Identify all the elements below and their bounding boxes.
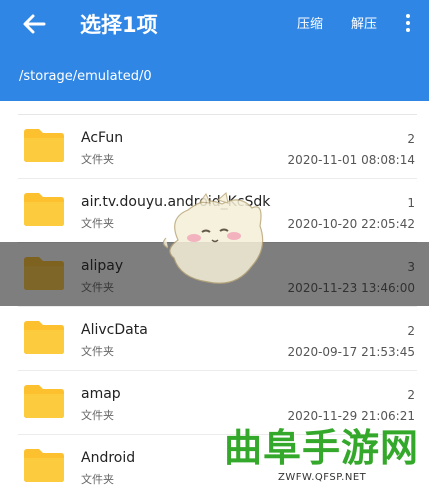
extract-button[interactable]: 解压 xyxy=(351,16,377,34)
modified-date: 2020-11-01 08:08:14 xyxy=(287,153,415,167)
folder-icon xyxy=(24,321,64,354)
list-item[interactable]: amap 文件夹 2 2020-11-29 21:06:21 xyxy=(0,371,429,435)
item-count: 3 xyxy=(407,260,415,274)
folder-icon xyxy=(24,129,64,162)
file-type: 文件夹 xyxy=(81,409,114,422)
file-name: alipay xyxy=(81,258,124,274)
list-item[interactable]: AcFun 文件夹 2 2020-11-01 08:08:14 xyxy=(0,115,429,179)
file-name: air.tv.douyu.android_KcSdk xyxy=(81,194,271,210)
item-count: 1 xyxy=(407,196,415,210)
folder-icon xyxy=(24,193,64,226)
item-count: 2 xyxy=(407,388,415,402)
list-item[interactable]: Android 文件夹 xyxy=(0,435,429,486)
item-count: 2 xyxy=(407,324,415,338)
file-type: 文件夹 xyxy=(81,217,114,230)
file-type: 文件夹 xyxy=(81,153,114,166)
modified-date: 2020-11-23 13:46:00 xyxy=(287,281,415,295)
file-name: Android xyxy=(81,450,136,466)
page-title: 选择1项 xyxy=(80,13,158,37)
file-type: 文件夹 xyxy=(81,473,114,486)
file-type: 文件夹 xyxy=(81,345,114,358)
file-name: AcFun xyxy=(81,130,124,146)
file-name: amap xyxy=(81,386,121,402)
modified-date: 2020-10-20 22:05:42 xyxy=(287,217,415,231)
item-count: 2 xyxy=(407,132,415,146)
more-options-icon[interactable] xyxy=(401,12,415,36)
list-item[interactable]: alipay 文件夹 3 2020-11-23 13:46:00 xyxy=(0,243,429,307)
folder-icon xyxy=(24,257,64,290)
current-path[interactable]: /storage/emulated/0 xyxy=(19,69,152,85)
file-name: AlivcData xyxy=(81,322,148,338)
list-item[interactable]: air.tv.douyu.android_KcSdk 文件夹 1 2020-10… xyxy=(0,179,429,243)
app-bar: 选择1项 压缩 解压 /storage/emulated/0 xyxy=(0,0,429,101)
folder-icon xyxy=(24,449,64,482)
back-arrow-icon[interactable] xyxy=(18,8,50,40)
folder-icon xyxy=(24,385,64,418)
list-item[interactable]: AlivcData 文件夹 2 2020-09-17 21:53:45 xyxy=(0,307,429,371)
file-list: AcFun 文件夹 2 2020-11-01 08:08:14 air.tv.d… xyxy=(0,101,429,486)
modified-date: 2020-09-17 21:53:45 xyxy=(287,345,415,359)
file-type: 文件夹 xyxy=(81,281,114,294)
modified-date: 2020-11-29 21:06:21 xyxy=(287,409,415,423)
compress-button[interactable]: 压缩 xyxy=(297,16,323,34)
